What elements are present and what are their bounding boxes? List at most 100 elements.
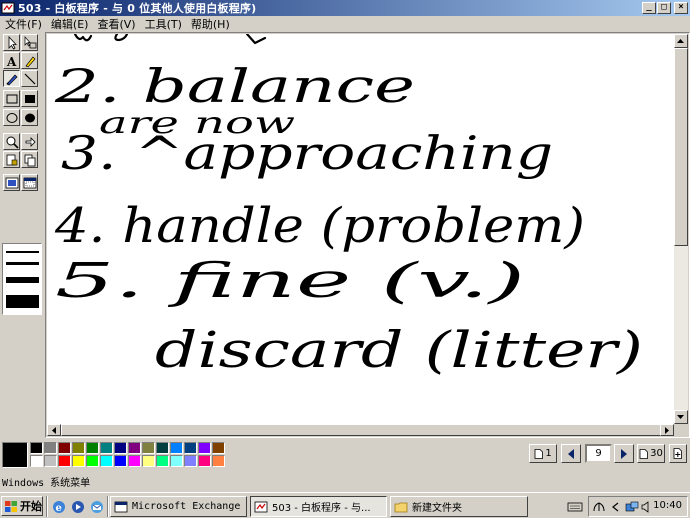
color-swatch[interactable] xyxy=(58,442,71,454)
network-icon[interactable] xyxy=(592,499,606,515)
remote-pointer-icon[interactable] xyxy=(21,133,38,150)
exchange-window-icon xyxy=(114,501,128,512)
outlook-express-icon[interactable] xyxy=(89,499,105,515)
scroll-right-button[interactable] xyxy=(660,424,674,436)
color-swatch[interactable] xyxy=(114,442,127,454)
connection-icon[interactable] xyxy=(625,499,639,515)
color-swatch[interactable] xyxy=(198,455,211,467)
maximize-button[interactable]: □ xyxy=(657,2,671,14)
whiteboard-canvas[interactable]: 2. balance are now 3. ^approaching 4. ha… xyxy=(47,34,674,424)
pen-icon[interactable] xyxy=(3,70,20,87)
toolbox: A xyxy=(0,32,44,438)
new-page-icon xyxy=(673,448,682,459)
color-swatch[interactable] xyxy=(184,455,197,467)
current-page-input[interactable]: 9 xyxy=(585,444,612,463)
color-swatch[interactable] xyxy=(58,455,71,467)
color-swatch[interactable] xyxy=(30,455,43,467)
synchronize-icon[interactable] xyxy=(21,151,38,168)
color-swatch[interactable] xyxy=(100,442,113,454)
color-swatch[interactable] xyxy=(86,455,99,467)
svg-text:A: A xyxy=(6,55,17,68)
line-width-selector xyxy=(2,243,42,315)
color-swatch[interactable] xyxy=(72,442,85,454)
title-bar: 503 - 白板程序 - 与 0 位其他人使用白板程序) _ □ × xyxy=(0,0,690,16)
highlighter-icon[interactable] xyxy=(21,52,38,69)
taskbar-separator xyxy=(46,496,48,517)
color-swatch[interactable] xyxy=(72,455,85,467)
text-tool-icon[interactable]: A xyxy=(3,52,20,69)
hollow-rectangle-icon[interactable] xyxy=(3,90,20,107)
task-exchange[interactable]: Microsoft Exchange ... xyxy=(110,496,247,517)
close-button[interactable]: × xyxy=(674,2,688,14)
line-width-thin[interactable] xyxy=(6,251,39,253)
select-area-icon[interactable] xyxy=(3,174,20,191)
horizontal-scroll-thumb[interactable] xyxy=(61,424,661,436)
scroll-left-button[interactable] xyxy=(47,424,61,436)
keyboard-icon[interactable] xyxy=(567,499,583,515)
hollow-ellipse-icon[interactable] xyxy=(3,109,20,126)
next-page-button[interactable] xyxy=(614,444,634,463)
system-tray: 10:40 xyxy=(588,496,688,517)
menu-tools[interactable]: 工具(T) xyxy=(140,16,186,32)
menu-view[interactable]: 查看(V) xyxy=(92,16,139,32)
task-new-folder[interactable]: 新建文件夹 xyxy=(390,496,528,517)
color-swatch[interactable] xyxy=(156,455,169,467)
menu-file[interactable]: 文件(F) xyxy=(0,16,46,32)
color-swatch[interactable] xyxy=(44,455,57,467)
note-line-5: 5. fine (v.) xyxy=(55,253,525,309)
line-icon[interactable] xyxy=(21,70,38,87)
color-swatch[interactable] xyxy=(86,442,99,454)
color-swatch[interactable] xyxy=(184,442,197,454)
color-swatch[interactable] xyxy=(30,442,43,454)
color-swatch[interactable] xyxy=(128,455,141,467)
media-player-icon[interactable] xyxy=(70,499,86,515)
minimize-button[interactable]: _ xyxy=(642,2,656,14)
color-swatch[interactable] xyxy=(198,442,211,454)
zoom-icon[interactable] xyxy=(3,133,20,150)
arrow-left-icon[interactable] xyxy=(609,499,623,515)
task-whiteboard[interactable]: 503 - 白板程序 - 与... xyxy=(250,496,387,517)
scroll-up-button[interactable] xyxy=(674,34,688,48)
color-swatch[interactable] xyxy=(170,455,183,467)
menu-edit[interactable]: 编辑(E) xyxy=(46,16,93,32)
first-page-button[interactable]: 1 xyxy=(529,444,557,463)
filled-ellipse-icon[interactable] xyxy=(21,109,38,126)
volume-icon[interactable] xyxy=(641,499,651,515)
filled-rectangle-icon[interactable] xyxy=(21,90,38,107)
note-line-discard: discard (litter) xyxy=(155,321,643,379)
line-width-extra-thick[interactable] xyxy=(6,295,39,308)
vertical-scroll-thumb[interactable] xyxy=(674,48,688,246)
whiteboard-app-icon[interactable] xyxy=(1,1,15,15)
line-width-medium[interactable] xyxy=(6,262,39,265)
select-arrow-icon[interactable] xyxy=(3,34,20,51)
color-swatch[interactable] xyxy=(212,442,225,454)
color-swatch[interactable] xyxy=(100,455,113,467)
internet-explorer-icon[interactable]: e xyxy=(51,499,67,515)
current-color-indicator xyxy=(2,442,28,468)
previous-arrow-icon xyxy=(568,448,574,459)
color-swatch[interactable] xyxy=(44,442,57,454)
color-swatch[interactable] xyxy=(142,455,155,467)
color-swatch[interactable] xyxy=(114,455,127,467)
insert-page-button[interactable] xyxy=(669,444,687,463)
last-page-button[interactable]: 30 xyxy=(637,444,665,463)
start-button[interactable]: 开始 xyxy=(1,496,43,516)
start-label: 开始 xyxy=(20,500,42,513)
color-swatch[interactable] xyxy=(170,442,183,454)
menu-help[interactable]: 帮助(H) xyxy=(186,16,234,32)
color-swatch[interactable] xyxy=(142,442,155,454)
horizontal-scrollbar[interactable] xyxy=(47,424,674,436)
lock-contents-icon[interactable] xyxy=(3,151,20,168)
color-swatch[interactable] xyxy=(212,455,225,467)
select-window-icon[interactable] xyxy=(21,174,38,191)
zoom-select-icon[interactable] xyxy=(21,34,38,51)
color-swatch[interactable] xyxy=(128,442,141,454)
previous-page-button[interactable] xyxy=(561,444,581,463)
vertical-scrollbar[interactable] xyxy=(674,34,688,424)
line-width-thick[interactable] xyxy=(6,277,39,283)
color-swatch[interactable] xyxy=(156,442,169,454)
scroll-down-button[interactable] xyxy=(674,410,688,424)
page-icon xyxy=(639,448,649,459)
note-line-3: 3. ^approaching xyxy=(61,126,553,180)
clock: 10:40 xyxy=(653,500,682,511)
